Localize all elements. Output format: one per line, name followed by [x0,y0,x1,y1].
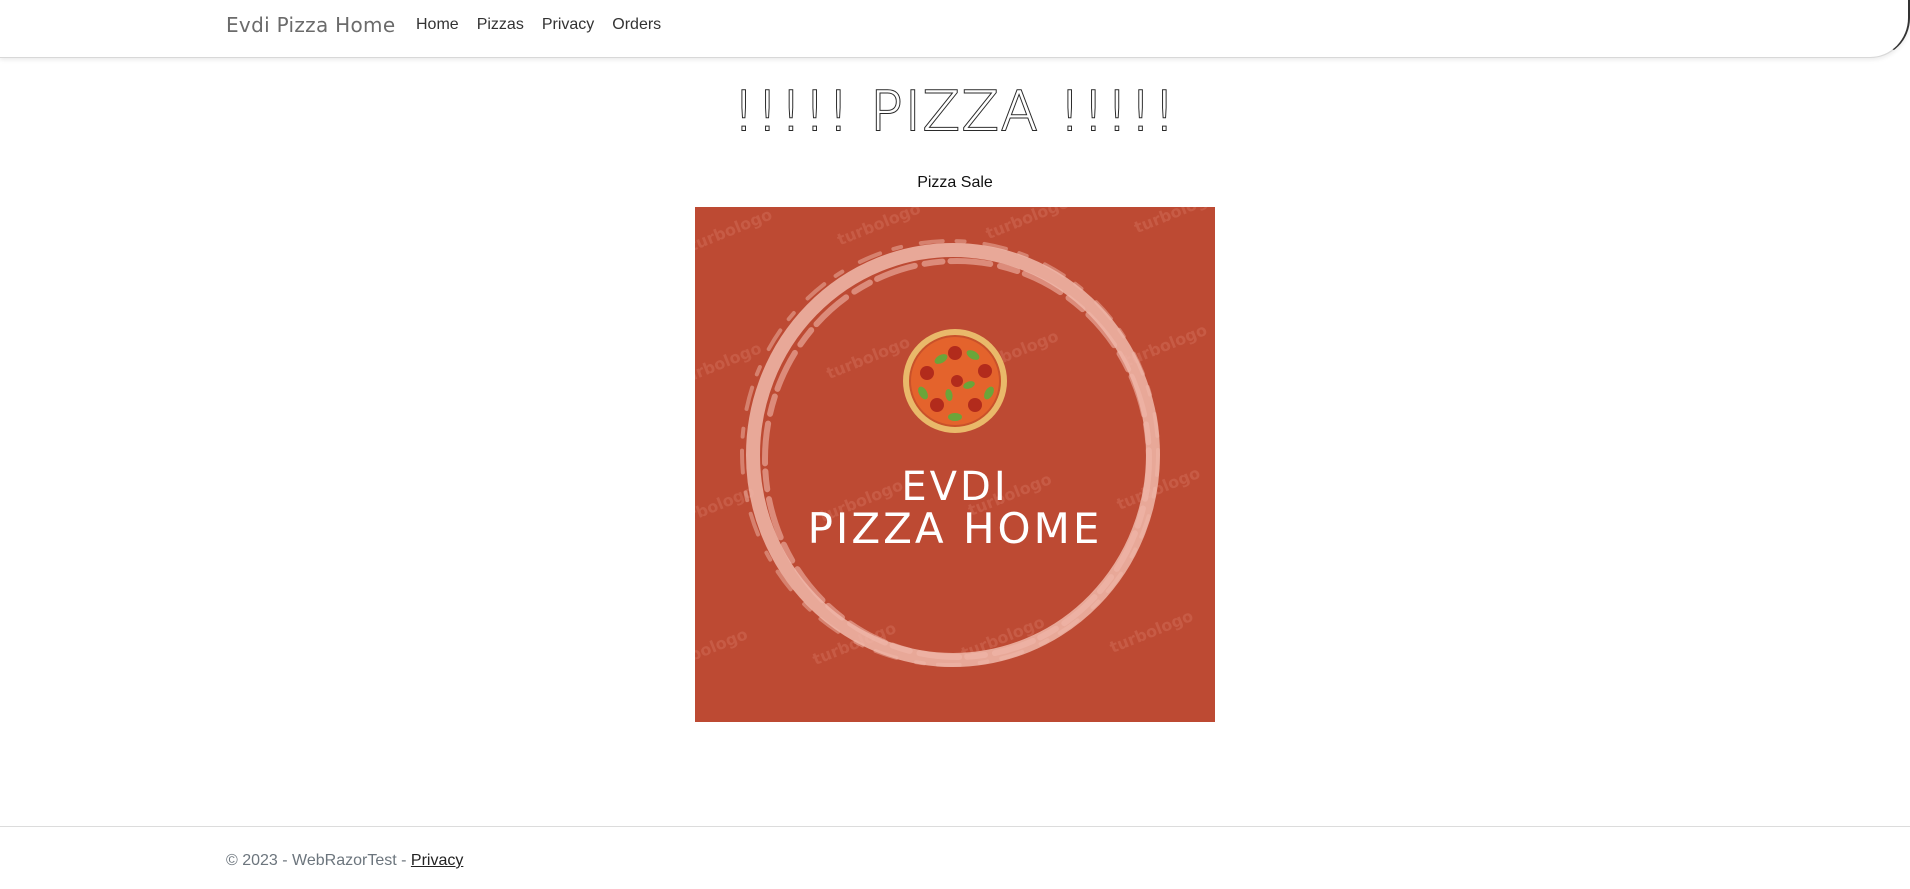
watermark-text: turbologo [1131,207,1215,237]
watermark-text: turbologo [1107,606,1196,657]
nav-link-orders[interactable]: Orders [612,16,661,34]
nav-link-home[interactable]: Home [416,16,459,34]
watermark-text: turbologo [695,338,764,389]
page-title: !!!!! PIZZA !!!!! [732,79,1178,144]
brand-link[interactable]: Evdi Pizza Home [226,13,395,37]
watermark-text: turbologo [824,332,913,383]
logo-artwork: turbologo turbologo turbologo turbologo … [695,207,1215,675]
footer-privacy-link[interactable]: Privacy [411,852,463,869]
nav-link-pizzas[interactable]: Pizzas [477,16,524,34]
watermark-text: turbologo [695,481,757,532]
pizza-logo-image: turbologo turbologo turbologo turbologo … [695,207,1215,722]
brush-ring [740,239,1160,667]
watermark-text: turbologo [695,624,750,675]
nav-link-privacy[interactable]: Privacy [542,16,594,34]
watermark-text: turbologo [983,207,1072,243]
watermark-text: turbologo [834,207,923,249]
footer-text: © 2023 - WebRazorTest - Privacy [226,852,463,870]
footer: © 2023 - WebRazorTest - Privacy [0,826,1910,889]
watermark-text: turbologo [695,207,775,255]
pizza-icon [903,329,1007,433]
logo-text: EVDI PIZZA HOME [808,464,1103,553]
logo-text-line2: PIZZA HOME [808,504,1103,553]
top-navbar: Evdi Pizza Home Home Pizzas Privacy Orde… [0,0,1910,58]
page-subtitle: Pizza Sale [917,174,993,191]
footer-copyright: © 2023 - WebRazorTest - [226,852,411,869]
nav-links: Home Pizzas Privacy Orders [416,16,661,34]
